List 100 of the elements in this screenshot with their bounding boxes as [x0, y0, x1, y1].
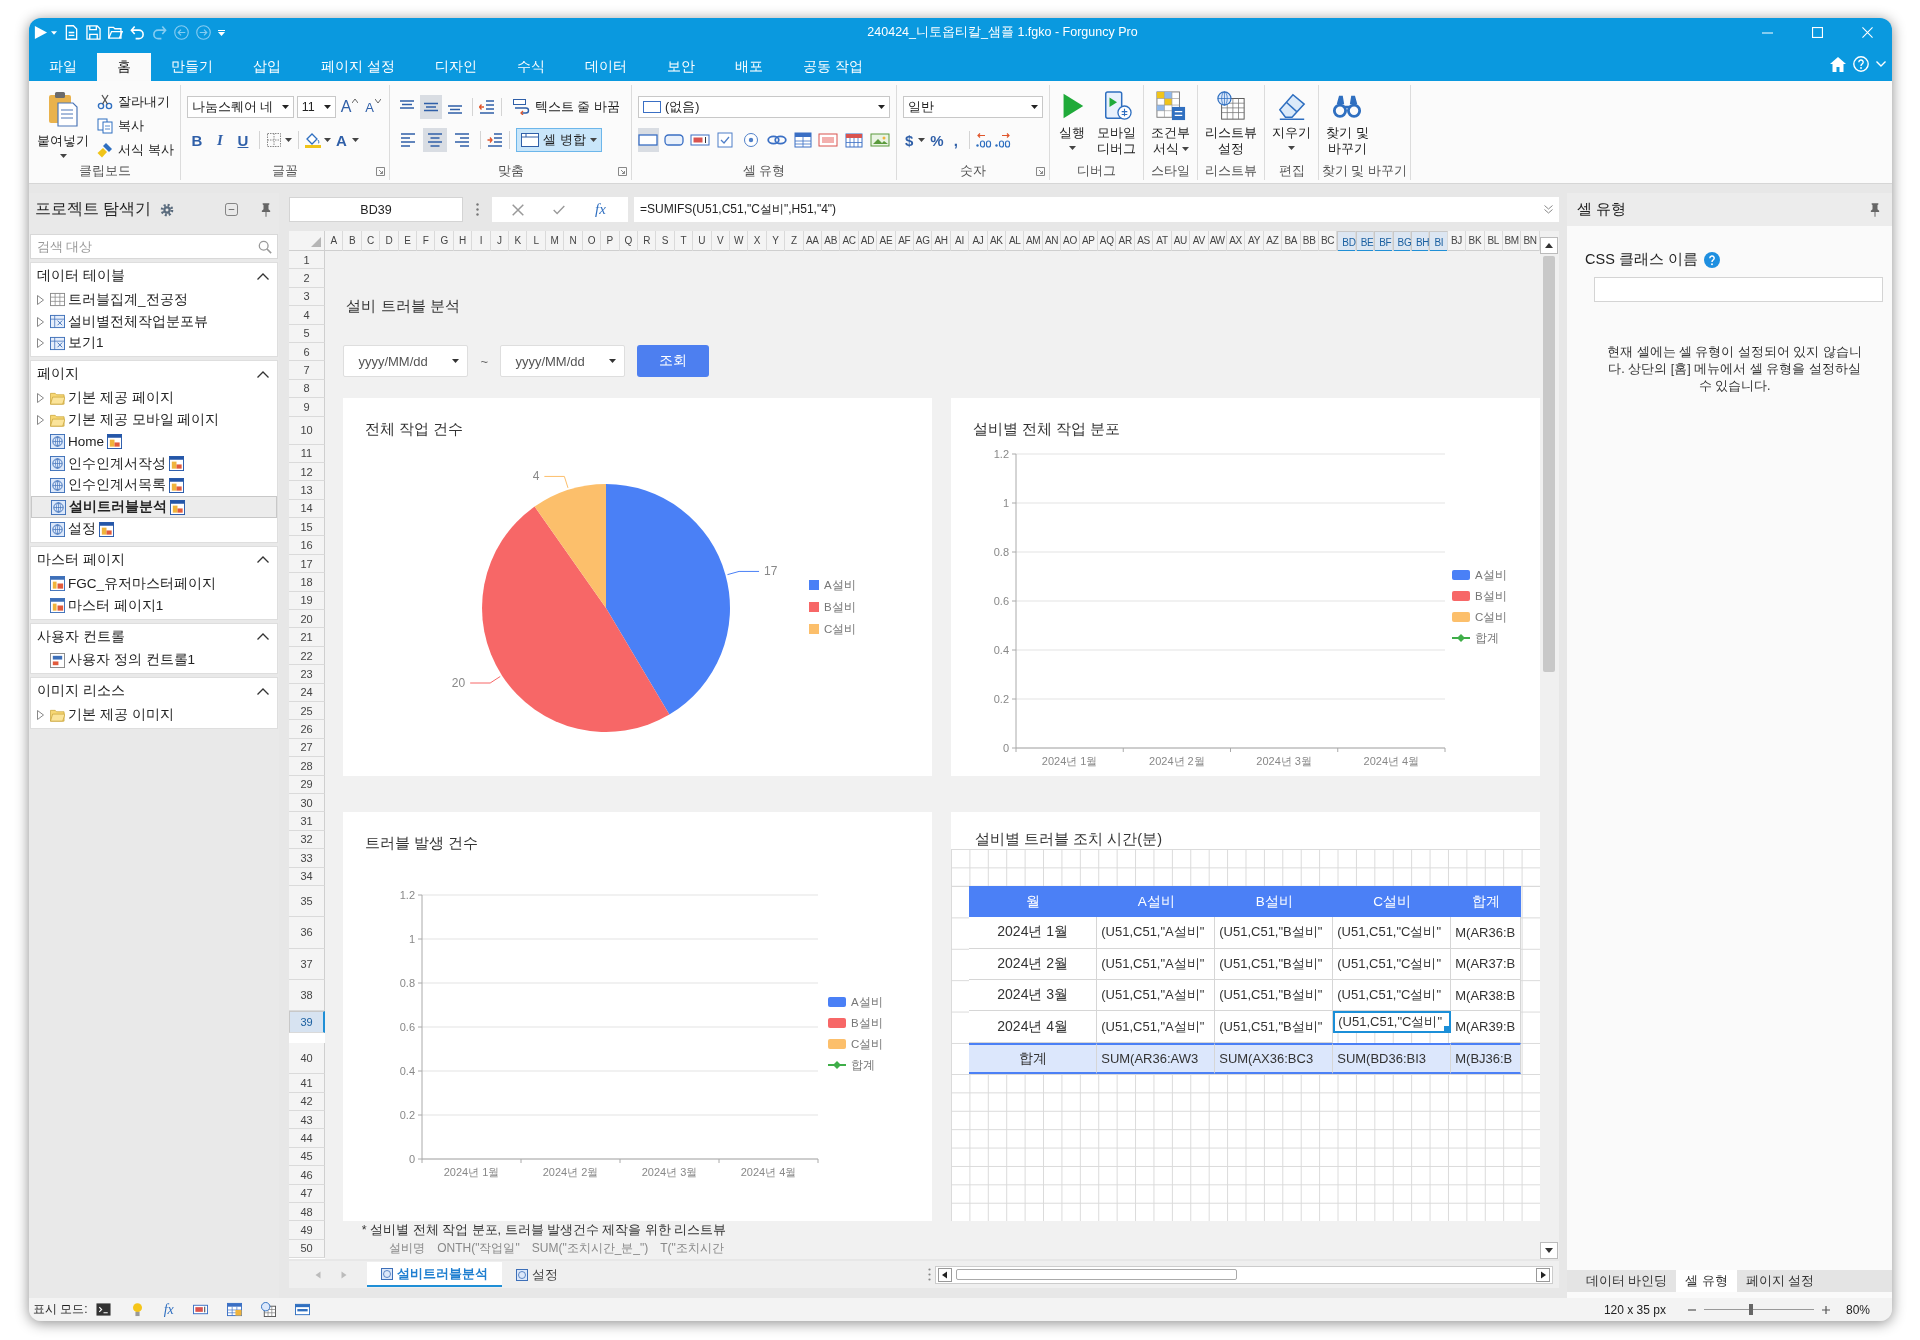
tree-item[interactable]: 인수인계서작성 [31, 452, 277, 475]
scroll-up-icon[interactable] [1540, 237, 1558, 254]
chevron-up-icon[interactable] [257, 370, 269, 378]
check-icon[interactable] [552, 203, 565, 216]
grow-font-button[interactable]: A [338, 95, 361, 119]
decrease-decimal-icon[interactable] [994, 132, 1011, 148]
row-header[interactable]: 35 [289, 885, 325, 918]
percent-button[interactable]: % [928, 128, 946, 152]
chevron-up-icon[interactable] [257, 633, 269, 641]
ribbon-tab[interactable]: 홈 [97, 53, 151, 81]
caret-icon[interactable] [918, 138, 926, 142]
tree-item[interactable]: FGC_유저마스터페이지 [31, 572, 277, 595]
caret-icon[interactable] [285, 138, 292, 142]
cut-button[interactable]: 잘라내기 [95, 91, 176, 113]
increase-indent-icon[interactable] [487, 132, 503, 148]
zoom-out-icon[interactable] [1687, 1308, 1696, 1311]
chevron-up-icon[interactable] [257, 687, 269, 695]
tree-item[interactable]: 마스터 페이지1 [31, 594, 277, 617]
row-header[interactable]: 46 [289, 1166, 325, 1185]
row-header[interactable]: 2 [289, 269, 325, 288]
font-size-dropdown[interactable]: 11 [296, 96, 336, 118]
save-icon[interactable] [86, 25, 101, 40]
text-box-icon[interactable] [192, 1302, 208, 1317]
section-header[interactable]: 페이지 [31, 361, 277, 388]
cell-type-button[interactable] [638, 128, 659, 152]
tree-item[interactable]: 기본 제공 페이지 [31, 387, 277, 410]
slider-thumb[interactable] [1749, 1304, 1754, 1315]
row-header[interactable]: 41 [289, 1074, 325, 1093]
home-icon[interactable] [1830, 56, 1846, 72]
row-header[interactable]: 40 [289, 1042, 325, 1075]
row-header[interactable]: 43 [289, 1111, 325, 1130]
tree-item[interactable]: 설비트러블분석 [31, 496, 277, 519]
chevron-up-icon[interactable] [257, 272, 269, 280]
align-center-button[interactable] [423, 128, 447, 152]
number-format-dropdown[interactable]: 일반 [903, 96, 1043, 118]
copy-button[interactable]: 복사 [95, 115, 176, 137]
cell-name-box[interactable]: BD39 [289, 197, 463, 222]
tree-item[interactable]: 기본 제공 이미지 [31, 704, 277, 727]
layout-icon[interactable] [294, 1302, 310, 1317]
row-header[interactable]: 37 [289, 948, 325, 981]
launcher-icon[interactable] [618, 166, 627, 176]
date-field[interactable]: yyyy/MM/dd [500, 345, 626, 378]
section-header[interactable]: 마스터 페이지 [31, 546, 277, 573]
italic-button[interactable]: I [210, 128, 230, 152]
help-icon[interactable] [1853, 56, 1869, 72]
tree-item[interactable]: 인수인계서목록 [31, 474, 277, 497]
conditional-format-button[interactable]: 조건부 서식 [1147, 85, 1194, 159]
formula-mode-button[interactable]: fx [163, 1301, 174, 1318]
row-header[interactable]: 15 [289, 518, 325, 537]
search-button[interactable]: 조회 [637, 345, 710, 378]
fill-bucket-icon[interactable] [305, 132, 321, 148]
shrink-font-button[interactable]: A [363, 95, 383, 119]
table-icon[interactable] [226, 1302, 242, 1317]
scroll-left-icon[interactable] [938, 1267, 952, 1282]
collapsed-triangle-icon[interactable] [37, 316, 44, 327]
section-header[interactable]: 이미지 리소스 [31, 678, 277, 705]
chevron-down-icon[interactable] [1876, 61, 1886, 67]
column-header[interactable]: BI [1429, 231, 1448, 253]
underline-button[interactable]: U [233, 128, 253, 152]
expand-icon[interactable] [1544, 205, 1553, 214]
css-class-field[interactable] [1594, 277, 1883, 302]
row-header[interactable]: 38 [289, 980, 325, 1012]
folder-icon[interactable] [108, 25, 123, 40]
row-header[interactable]: 39 [289, 1011, 325, 1034]
format-painter-button[interactable]: 서식 복사 [95, 139, 176, 161]
wrap-text-button[interactable]: 텍스트 줄 바꿈 [507, 95, 625, 119]
row-header[interactable]: 13 [289, 481, 325, 500]
insert-function-button[interactable]: fx [592, 201, 608, 218]
font-name-dropdown[interactable]: 나눔스퀘어 네 [187, 96, 294, 118]
tree-item[interactable]: 설정 [31, 518, 277, 540]
caret-icon[interactable] [351, 138, 359, 142]
mobile-debug-button[interactable]: 모바일 디버그 [1093, 85, 1140, 159]
date-field[interactable]: yyyy/MM/dd [343, 345, 469, 378]
row-header[interactable]: 44 [289, 1129, 325, 1148]
row-header[interactable]: 23 [289, 665, 325, 684]
tree-item[interactable]: 보기1 [31, 332, 277, 355]
collapsed-triangle-icon[interactable] [37, 393, 44, 404]
tree-item[interactable]: 트러블집계_전공정 [31, 289, 277, 311]
currency-button[interactable]: $ [903, 128, 916, 152]
row-header[interactable]: 4 [289, 306, 325, 325]
row-header[interactable]: 31 [289, 812, 325, 831]
column-header[interactable]: BD [1337, 231, 1356, 253]
sheet-tab[interactable]: 설정 [502, 1262, 572, 1287]
select-all-icon[interactable] [311, 237, 321, 247]
row-header[interactable]: 21 [289, 628, 325, 647]
scroll-thumb[interactable] [1543, 256, 1555, 672]
horizontal-scrollbar[interactable] [935, 1265, 1553, 1284]
launcher-icon[interactable] [1036, 166, 1045, 176]
play-icon[interactable] [33, 25, 48, 40]
row-header[interactable]: 49 [289, 1221, 325, 1240]
bold-button[interactable]: B [187, 128, 207, 152]
cell-type-dropdown[interactable]: (없음) [638, 96, 890, 118]
new-file-icon[interactable] [64, 25, 79, 40]
help-icon[interactable] [1703, 251, 1720, 268]
row-header[interactable]: 33 [289, 849, 325, 868]
tree-item[interactable]: 설비별전체작업분포뷰 [31, 310, 277, 333]
drag-handle-icon[interactable] [928, 1268, 931, 1281]
row-header[interactable]: 9 [289, 398, 325, 417]
scroll-right-icon[interactable] [1536, 1267, 1550, 1282]
row-header[interactable]: 26 [289, 720, 325, 739]
